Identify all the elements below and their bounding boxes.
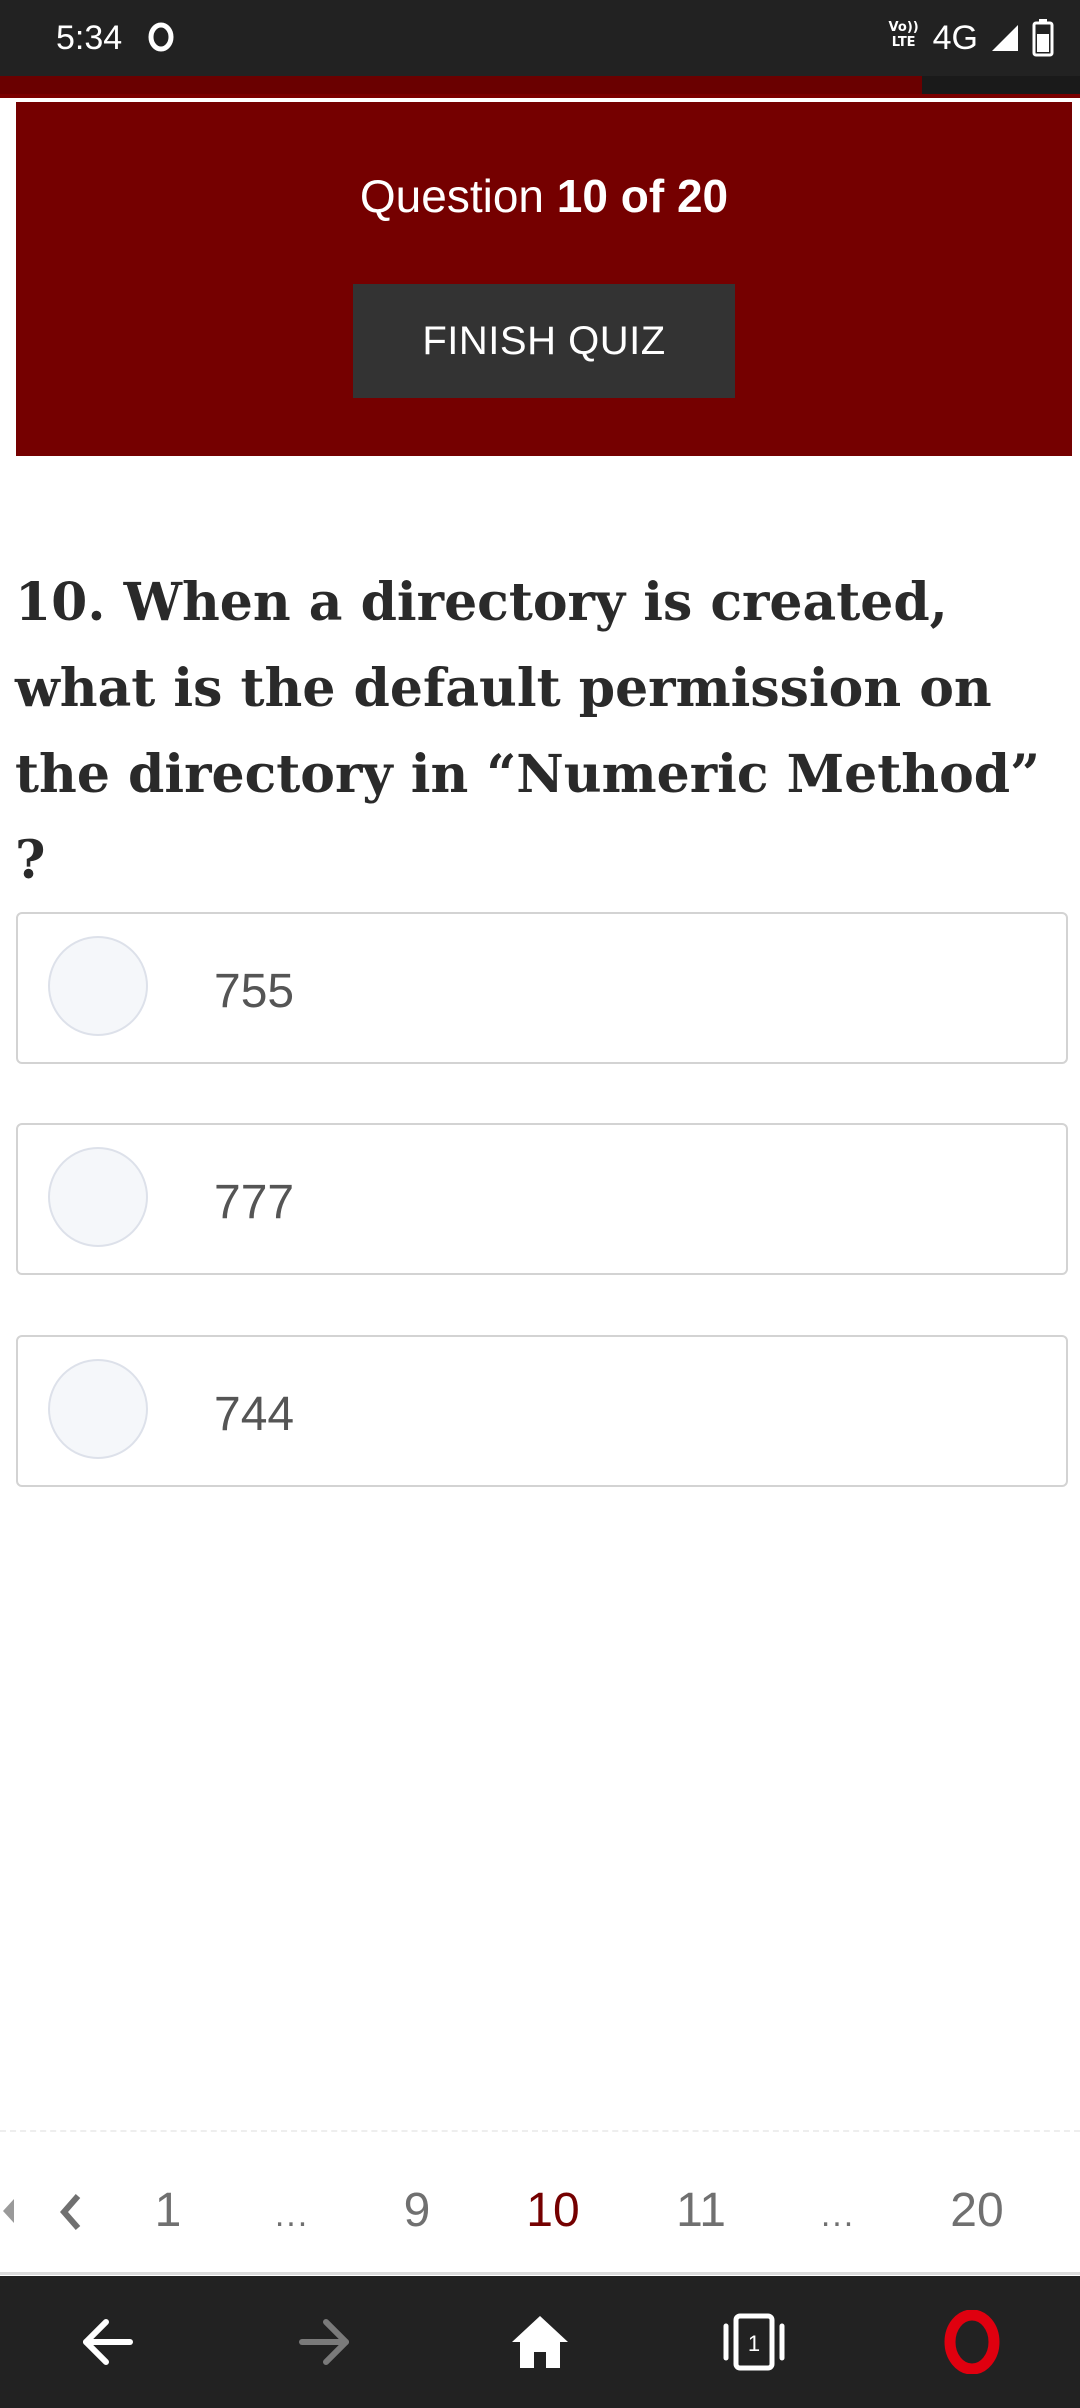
pagination-divider bbox=[0, 2130, 1080, 2132]
answer-label: 755 bbox=[214, 965, 295, 1018]
previous-page-chevron-icon[interactable] bbox=[58, 2192, 84, 2232]
page-ellipsis-right: ... bbox=[820, 2196, 856, 2234]
answer-radio[interactable] bbox=[48, 936, 148, 1036]
page-link-current[interactable]: 10 bbox=[526, 2176, 579, 2246]
battery-icon bbox=[1032, 19, 1054, 57]
page-top-strip bbox=[0, 76, 1080, 94]
answer-radio[interactable] bbox=[48, 1147, 148, 1247]
question-counter-value: 10 of 20 bbox=[556, 170, 729, 222]
answer-option-3[interactable]: 744 bbox=[16, 1335, 1068, 1487]
answer-label: 777 bbox=[214, 1176, 295, 1229]
tabs-icon[interactable]: 1 bbox=[722, 2310, 786, 2374]
opera-menu-icon[interactable] bbox=[940, 2310, 1004, 2374]
opera-status-icon bbox=[148, 22, 174, 52]
tab-count: 1 bbox=[748, 2331, 760, 2356]
signal-icon bbox=[992, 25, 1018, 51]
finish-quiz-button[interactable]: FINISH QUIZ bbox=[353, 284, 735, 398]
forward-arrow-icon[interactable] bbox=[292, 2310, 356, 2374]
network-type-label: 4G bbox=[932, 19, 978, 57]
browser-nav-bar: 1 bbox=[0, 2276, 1080, 2408]
question-text: 10. When a directory is created, what is… bbox=[15, 572, 1041, 891]
page-link-last[interactable]: 20 bbox=[950, 2176, 1003, 2246]
question-counter: Question 10 of 20 bbox=[16, 168, 1072, 224]
page-link-first[interactable]: 1 bbox=[155, 2176, 182, 2246]
status-time: 5:34 bbox=[56, 19, 123, 57]
quiz-header: Question 10 of 20 FINISH QUIZ bbox=[16, 102, 1072, 456]
page-link-next[interactable]: 11 bbox=[676, 2176, 726, 2246]
volte-icon: Vo)) LTE bbox=[888, 20, 919, 50]
status-indicators: Vo)) LTE 4G bbox=[887, 14, 1054, 62]
answer-option-1[interactable]: 755 bbox=[16, 912, 1068, 1064]
answer-option-2[interactable]: 777 bbox=[16, 1123, 1068, 1275]
status-bar: 5:34 Vo)) LTE 4G bbox=[0, 0, 1080, 76]
page-ellipsis-left: ... bbox=[274, 2196, 310, 2234]
back-arrow-icon[interactable] bbox=[76, 2310, 140, 2374]
page-top-strip-end bbox=[922, 76, 1080, 94]
question-pagination: 1 ... 9 10 11 ... 20 bbox=[0, 2176, 1080, 2246]
page-top-divider bbox=[0, 94, 1080, 98]
scroll-left-icon[interactable] bbox=[0, 2196, 18, 2226]
home-icon[interactable] bbox=[508, 2310, 572, 2374]
pagination-bottom-border bbox=[0, 2272, 1080, 2275]
answer-radio[interactable] bbox=[48, 1359, 148, 1459]
answer-label: 744 bbox=[214, 1388, 295, 1441]
page-link-previous[interactable]: 9 bbox=[404, 2176, 431, 2246]
question-counter-prefix: Question bbox=[359, 170, 545, 222]
